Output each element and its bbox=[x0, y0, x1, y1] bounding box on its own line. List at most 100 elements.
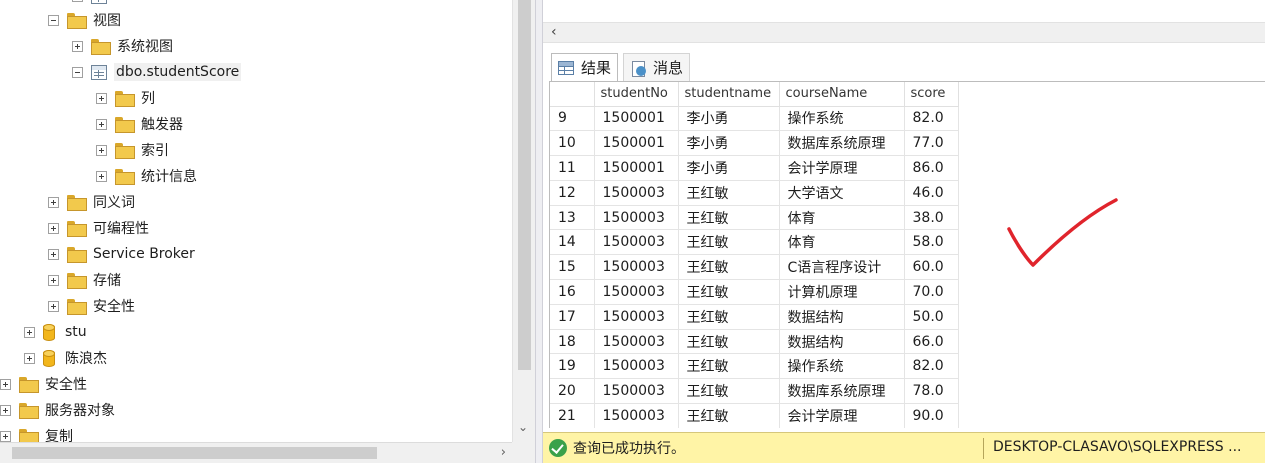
table-cell[interactable]: 会计学原理 bbox=[779, 155, 905, 181]
row-number-cell[interactable]: 10 bbox=[550, 130, 595, 157]
explorer-horizontal-scrollbar[interactable]: › bbox=[0, 442, 512, 463]
expand-icon[interactable] bbox=[72, 0, 83, 2]
table-cell[interactable]: 50.0 bbox=[904, 304, 959, 330]
table-cell[interactable]: 46.0 bbox=[904, 180, 959, 206]
table-cell[interactable]: 操作系统 bbox=[779, 353, 905, 380]
table-cell[interactable]: 1500003 bbox=[594, 205, 679, 231]
tree-node[interactable]: 陈浪杰 bbox=[24, 346, 109, 370]
row-number-cell[interactable]: 15 bbox=[550, 254, 595, 281]
table-cell[interactable]: 58.0 bbox=[904, 229, 959, 256]
table-row[interactable]: 18 1500003 王红敏 数据结构 66.0 bbox=[550, 329, 959, 355]
results-grid[interactable]: studentNo studentname courseName score 9… bbox=[549, 81, 1265, 428]
row-number-cell[interactable]: 18 bbox=[550, 329, 595, 355]
row-number-cell[interactable]: 16 bbox=[550, 279, 595, 305]
table-cell[interactable]: 1500001 bbox=[594, 130, 679, 157]
tree-node[interactable]: 系统视图 bbox=[72, 34, 175, 58]
table-cell[interactable]: 李小勇 bbox=[678, 130, 780, 157]
explorer-vertical-scrollbar[interactable]: ⌄ bbox=[512, 0, 535, 442]
column-header[interactable] bbox=[550, 82, 595, 107]
table-cell[interactable]: 86.0 bbox=[904, 155, 959, 181]
table-row[interactable]: 21 1500003 王红敏 会计学原理 90.0 bbox=[550, 403, 959, 428]
tree-node[interactable]: 统计信息 bbox=[96, 164, 199, 188]
expand-icon[interactable] bbox=[96, 92, 107, 104]
expand-icon[interactable] bbox=[0, 404, 11, 416]
table-cell[interactable]: 数据库系统原理 bbox=[779, 378, 905, 405]
expand-icon[interactable] bbox=[96, 118, 107, 130]
column-header[interactable]: studentname bbox=[678, 82, 780, 107]
table-cell[interactable]: 1500003 bbox=[594, 353, 679, 380]
expand-icon[interactable] bbox=[48, 274, 59, 286]
tree-node[interactable]: dbo.studentScore bbox=[72, 60, 242, 84]
table-cell[interactable]: 数据库系统原理 bbox=[779, 130, 905, 157]
tree-node[interactable]: Service Broker bbox=[48, 242, 197, 266]
expand-icon[interactable] bbox=[96, 144, 107, 156]
tree-node[interactable]: 列 bbox=[96, 86, 157, 110]
row-number-cell[interactable]: 19 bbox=[550, 353, 595, 380]
table-cell[interactable]: 90.0 bbox=[904, 403, 959, 428]
expand-icon[interactable] bbox=[48, 300, 59, 312]
table-row[interactable]: 11 1500001 李小勇 会计学原理 86.0 bbox=[550, 155, 959, 181]
tree-node[interactable]: 服务器对象 bbox=[0, 398, 117, 422]
collapse-icon[interactable] bbox=[72, 66, 83, 78]
table-cell[interactable]: 王红敏 bbox=[678, 279, 780, 305]
table-cell[interactable]: 王红敏 bbox=[678, 180, 780, 206]
table-cell[interactable]: 计算机原理 bbox=[779, 279, 905, 305]
table-row[interactable]: 9 1500001 李小勇 操作系统 82.0 bbox=[550, 106, 959, 132]
table-row[interactable]: 12 1500003 王红敏 大学语文 46.0 bbox=[550, 180, 959, 206]
tree-node[interactable]: 索引 bbox=[96, 138, 171, 162]
table-cell[interactable]: 1500003 bbox=[594, 329, 679, 355]
row-number-cell[interactable]: 20 bbox=[550, 378, 595, 405]
expand-icon[interactable] bbox=[24, 352, 35, 364]
table-cell[interactable]: 70.0 bbox=[904, 279, 959, 305]
table-cell[interactable]: 体育 bbox=[779, 205, 905, 231]
tree-node[interactable]: 存储 bbox=[48, 268, 123, 292]
table-cell[interactable]: 大学语文 bbox=[779, 180, 905, 206]
row-number-cell[interactable]: 11 bbox=[550, 155, 595, 181]
table-cell[interactable]: 1500001 bbox=[594, 106, 679, 132]
table-cell[interactable]: 1500001 bbox=[594, 155, 679, 181]
table-cell[interactable]: 数据结构 bbox=[779, 329, 905, 355]
row-number-cell[interactable]: 17 bbox=[550, 304, 595, 330]
row-number-cell[interactable]: 13 bbox=[550, 205, 595, 231]
column-header[interactable]: score bbox=[904, 82, 959, 107]
tree-node[interactable]: 可编程性 bbox=[48, 216, 151, 240]
table-cell[interactable]: 王红敏 bbox=[678, 304, 780, 330]
table-cell[interactable]: 王红敏 bbox=[678, 353, 780, 380]
table-cell[interactable]: 1500003 bbox=[594, 304, 679, 330]
expand-icon[interactable] bbox=[96, 170, 107, 182]
table-cell[interactable]: 王红敏 bbox=[678, 254, 780, 281]
table-cell[interactable]: 操作系统 bbox=[779, 106, 905, 132]
tab-messages[interactable]: 消息 bbox=[623, 53, 691, 81]
scroll-right-icon[interactable]: › bbox=[501, 445, 506, 460]
table-cell[interactable]: 1500003 bbox=[594, 254, 679, 281]
table-cell[interactable]: 李小勇 bbox=[678, 155, 780, 181]
table-cell[interactable]: 王红敏 bbox=[678, 403, 780, 428]
tree-node[interactable]: 视图 bbox=[48, 8, 123, 32]
table-cell[interactable]: 77.0 bbox=[904, 130, 959, 157]
table-cell[interactable]: 1500003 bbox=[594, 180, 679, 206]
table-row[interactable]: 17 1500003 王红敏 数据结构 50.0 bbox=[550, 304, 959, 330]
row-number-cell[interactable]: 21 bbox=[550, 403, 595, 428]
table-cell[interactable]: 王红敏 bbox=[678, 329, 780, 355]
table-row[interactable]: 13 1500003 王红敏 体育 38.0 bbox=[550, 205, 959, 231]
table-cell[interactable]: 1500003 bbox=[594, 229, 679, 256]
table-row[interactable]: 19 1500003 王红敏 操作系统 82.0 bbox=[550, 353, 959, 380]
table-cell[interactable]: 82.0 bbox=[904, 353, 959, 380]
tree-node[interactable]: 触发器 bbox=[96, 112, 185, 136]
expand-icon[interactable] bbox=[0, 378, 11, 390]
table-cell[interactable]: 李小勇 bbox=[678, 106, 780, 132]
table-row[interactable]: 16 1500003 王红敏 计算机原理 70.0 bbox=[550, 279, 959, 305]
expand-icon[interactable] bbox=[72, 40, 83, 52]
table-cell[interactable]: 1500003 bbox=[594, 279, 679, 305]
row-number-cell[interactable]: 9 bbox=[550, 106, 595, 132]
editor-horizontal-scrollbar[interactable]: ‹ bbox=[543, 22, 1265, 43]
tree-node-partial[interactable]: dbo.Score bbox=[72, 0, 188, 8]
expand-icon[interactable] bbox=[48, 196, 59, 208]
tree-node[interactable]: 同义词 bbox=[48, 190, 137, 214]
pane-splitter[interactable] bbox=[535, 0, 543, 463]
table-cell[interactable]: 1500003 bbox=[594, 403, 679, 428]
table-cell[interactable]: 王红敏 bbox=[678, 378, 780, 405]
tree-node[interactable]: 复制 bbox=[0, 424, 75, 442]
tree-node[interactable]: stu bbox=[24, 320, 89, 344]
table-cell[interactable]: 数据结构 bbox=[779, 304, 905, 330]
